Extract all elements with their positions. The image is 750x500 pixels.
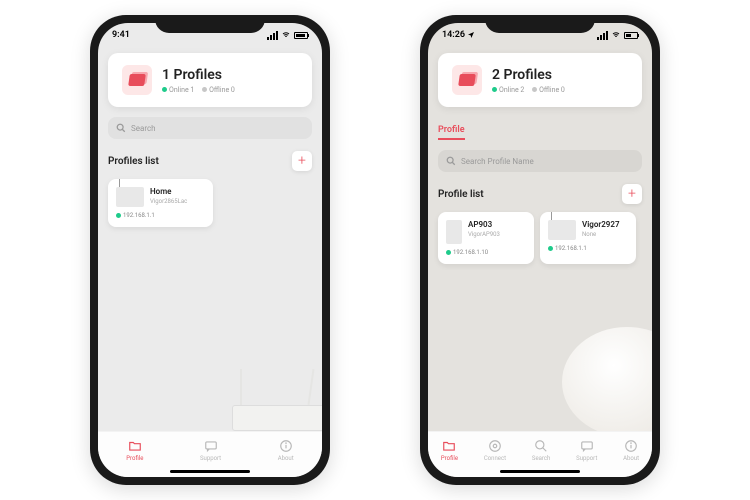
background-device-image (212, 381, 322, 431)
nav-label: Support (576, 455, 597, 462)
offline-dot-icon (202, 87, 207, 92)
folder-icon (442, 439, 456, 453)
notch (485, 15, 595, 33)
online-dot-icon (548, 246, 553, 251)
profile-card-ip: 192.168.1.1 (116, 212, 205, 219)
profiles-count-title: 1 Profiles (162, 67, 235, 83)
nav-item-profile[interactable]: Profile (441, 439, 458, 462)
home-indicator[interactable] (500, 470, 580, 473)
profiles-status-line: Online 2 Offline 0 (492, 86, 565, 94)
profile-card-list: Home Vigor2865Lac 192.168.1.1 (108, 179, 312, 227)
signal-icon (267, 31, 278, 40)
profile-card[interactable]: AP903 VigorAP903 192.168.1.10 (438, 212, 534, 264)
profile-card-name: Home (150, 187, 187, 196)
home-indicator[interactable] (170, 470, 250, 473)
profile-card-name: Vigor2927 (582, 220, 620, 229)
profile-card-model: VigorAP903 (468, 231, 500, 238)
online-dot-icon (162, 87, 167, 92)
nav-item-support[interactable]: Support (576, 439, 597, 462)
offline-dot-icon (532, 87, 537, 92)
wifi-icon (281, 31, 291, 39)
info-icon (279, 439, 293, 453)
notch (155, 15, 265, 33)
status-indicators (597, 31, 638, 40)
info-icon (624, 439, 638, 453)
profiles-summary-card[interactable]: 2 Profiles Online 2 Offline 0 (438, 53, 642, 107)
search-placeholder: Search Profile Name (461, 157, 534, 166)
background-device-image (562, 327, 652, 437)
nav-item-connect[interactable]: Connect (484, 439, 506, 462)
online-dot-icon (116, 213, 121, 218)
battery-icon (624, 32, 638, 39)
profile-list-header: Profiles list + (108, 151, 312, 171)
device-thumbnail-icon (446, 220, 462, 244)
app-content: 2 Profiles Online 2 Offline 0 Profile Se… (428, 53, 652, 477)
tab-row: Profile (438, 117, 642, 140)
search-placeholder: Search (131, 124, 156, 133)
profile-card[interactable]: Home Vigor2865Lac 192.168.1.1 (108, 179, 213, 227)
location-icon (467, 31, 475, 39)
nav-label: Profile (126, 455, 143, 462)
nav-item-about[interactable]: About (623, 439, 639, 462)
profiles-summary-text: 2 Profiles Online 2 Offline 0 (492, 67, 565, 94)
device-thumbnail-icon (116, 187, 144, 207)
profile-card[interactable]: Vigor2927 None 192.168.1.1 (540, 212, 636, 264)
wifi-icon (611, 31, 621, 39)
nav-item-profile[interactable]: Profile (126, 439, 143, 462)
phone-mockup-2: 14:26 2 Profiles Online 2 Offline 0 (420, 15, 660, 485)
device-thumbnail-icon (548, 220, 576, 240)
phone-mockup-1: 9:41 1 Profiles Online 1 Offline 0 (90, 15, 330, 485)
connect-icon (488, 439, 502, 453)
nav-label: About (623, 455, 639, 462)
screen: 14:26 2 Profiles Online 2 Offline 0 (428, 23, 652, 477)
screen: 9:41 1 Profiles Online 1 Offline 0 (98, 23, 322, 477)
nav-label: Profile (441, 455, 458, 462)
status-time: 9:41 (112, 30, 130, 40)
search-icon (116, 123, 126, 133)
profiles-summary-text: 1 Profiles Online 1 Offline 0 (162, 67, 235, 94)
profile-card-ip: 192.168.1.10 (446, 249, 526, 256)
search-input[interactable]: Search (108, 117, 312, 139)
nav-item-about[interactable]: About (278, 439, 294, 462)
app-content: 1 Profiles Online 1 Offline 0 Search Pro… (98, 53, 322, 477)
status-time: 14:26 (442, 30, 475, 40)
chat-icon (580, 439, 594, 453)
nav-label: Connect (484, 455, 506, 462)
nav-label: Search (532, 455, 550, 462)
profile-card-model: Vigor2865Lac (150, 198, 187, 205)
online-dot-icon (446, 250, 451, 255)
signal-icon (597, 31, 608, 40)
plus-icon: + (628, 186, 636, 202)
profiles-count-title: 2 Profiles (492, 67, 565, 83)
search-icon (446, 156, 456, 166)
profile-list-title: Profiles list (108, 156, 159, 167)
online-dot-icon (492, 87, 497, 92)
search-input[interactable]: Search Profile Name (438, 150, 642, 172)
profile-card-name: AP903 (468, 220, 500, 229)
profile-list-header: Profile list + (438, 184, 642, 204)
profile-card-list: AP903 VigorAP903 192.168.1.10 Vigor2927 … (438, 212, 642, 264)
plus-icon: + (298, 153, 306, 169)
nav-label: About (278, 455, 294, 462)
profiles-status-line: Online 1 Offline 0 (162, 86, 235, 94)
nav-item-search[interactable]: Search (532, 439, 550, 462)
add-profile-button[interactable]: + (622, 184, 642, 204)
search-icon (534, 439, 548, 453)
nav-label: Support (200, 455, 221, 462)
app-logo-icon (122, 65, 152, 95)
app-logo-icon (452, 65, 482, 95)
battery-icon (294, 32, 308, 39)
profile-list-title: Profile list (438, 189, 484, 200)
chat-icon (204, 439, 218, 453)
tab-profile[interactable]: Profile (438, 125, 465, 140)
profile-card-ip: 192.168.1.1 (548, 245, 628, 252)
profiles-summary-card[interactable]: 1 Profiles Online 1 Offline 0 (108, 53, 312, 107)
profile-card-model: None (582, 231, 620, 238)
add-profile-button[interactable]: + (292, 151, 312, 171)
status-indicators (267, 31, 308, 40)
nav-item-support[interactable]: Support (200, 439, 221, 462)
folder-icon (128, 439, 142, 453)
